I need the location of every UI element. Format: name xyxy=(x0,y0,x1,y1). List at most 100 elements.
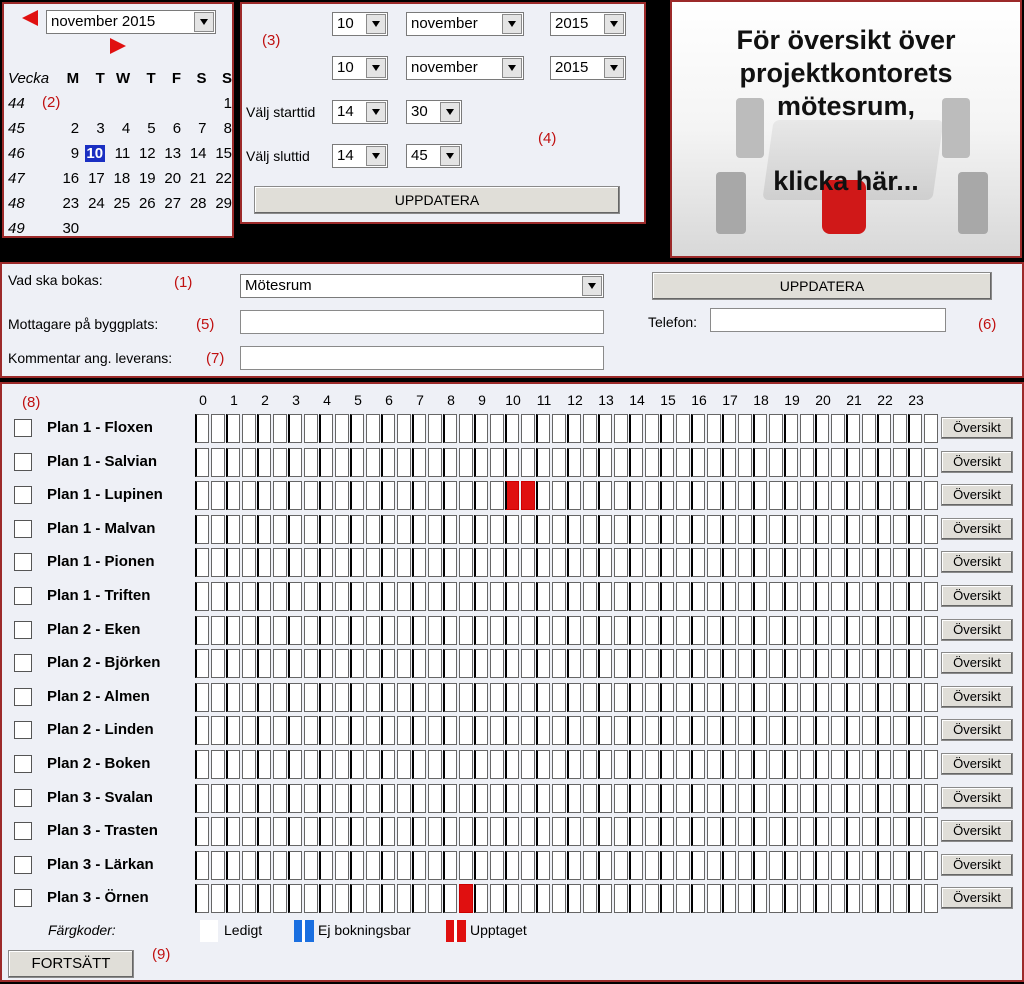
time-slot-free[interactable] xyxy=(428,884,442,914)
update-form-button[interactable]: UPPDATERA xyxy=(652,272,992,300)
time-slot-free[interactable] xyxy=(304,481,318,511)
time-slot-free[interactable] xyxy=(645,850,659,880)
time-slot-free[interactable] xyxy=(366,414,380,443)
calendar-day[interactable]: 20 xyxy=(156,166,181,191)
time-slot-free[interactable] xyxy=(552,716,566,746)
time-slot-free[interactable] xyxy=(552,414,566,443)
time-slot-free[interactable] xyxy=(831,481,845,511)
time-slot-free[interactable] xyxy=(908,850,922,880)
time-slot-free[interactable] xyxy=(335,649,349,679)
time-slot-free[interactable] xyxy=(211,817,225,847)
time-slot-free[interactable] xyxy=(660,414,674,443)
time-slot-free[interactable] xyxy=(660,615,674,645)
time-slot-free[interactable] xyxy=(412,716,426,746)
time-slot-free[interactable] xyxy=(815,649,829,679)
time-slot-free[interactable] xyxy=(862,582,876,611)
time-slot-busy[interactable] xyxy=(521,481,535,511)
time-slot-free[interactable] xyxy=(722,716,736,746)
time-slot-free[interactable] xyxy=(629,783,643,813)
time-slot-free[interactable] xyxy=(521,548,535,578)
time-slot-free[interactable] xyxy=(924,682,938,712)
time-slot-free[interactable] xyxy=(552,750,566,779)
time-slot-free[interactable] xyxy=(397,750,411,779)
time-slot-free[interactable] xyxy=(474,481,488,511)
time-slot-free[interactable] xyxy=(583,649,597,679)
time-slot-free[interactable] xyxy=(397,615,411,645)
time-slot-free[interactable] xyxy=(536,716,550,746)
time-slot-free[interactable] xyxy=(412,750,426,779)
time-slot-free[interactable] xyxy=(381,783,395,813)
time-slot-free[interactable] xyxy=(753,750,767,779)
time-slot-free[interactable] xyxy=(273,481,287,511)
time-slot-free[interactable] xyxy=(738,750,752,779)
overview-button[interactable]: Översikt xyxy=(941,719,1013,742)
time-slot-free[interactable] xyxy=(877,750,891,779)
time-slot-free[interactable] xyxy=(877,481,891,511)
time-slot-free[interactable] xyxy=(319,481,333,511)
time-slot-free[interactable] xyxy=(195,716,209,746)
time-slot-free[interactable] xyxy=(257,447,271,477)
time-slot-free[interactable] xyxy=(583,817,597,847)
time-slot-free[interactable] xyxy=(800,582,814,611)
time-slot-free[interactable] xyxy=(893,447,907,477)
time-slot-free[interactable] xyxy=(831,447,845,477)
time-slot-free[interactable] xyxy=(691,884,705,914)
time-slot-free[interactable] xyxy=(815,850,829,880)
time-slot-free[interactable] xyxy=(226,649,240,679)
calendar-day[interactable]: 1 xyxy=(207,91,232,116)
time-slot-free[interactable] xyxy=(831,783,845,813)
time-slot-free[interactable] xyxy=(397,817,411,847)
time-slot-free[interactable] xyxy=(242,850,256,880)
time-slot-free[interactable] xyxy=(459,414,473,443)
time-slot-free[interactable] xyxy=(598,548,612,578)
time-slot-free[interactable] xyxy=(583,750,597,779)
time-slot-free[interactable] xyxy=(707,447,721,477)
calendar-day[interactable]: 11 xyxy=(105,141,131,166)
time-slot-free[interactable] xyxy=(629,716,643,746)
time-slot-free[interactable] xyxy=(784,548,798,578)
room-checkbox[interactable] xyxy=(14,486,32,505)
time-slot-free[interactable] xyxy=(459,783,473,813)
time-slot-free[interactable] xyxy=(350,514,364,544)
time-slot-free[interactable] xyxy=(707,817,721,847)
calendar-day[interactable]: 23 xyxy=(54,191,79,216)
room-checkbox[interactable] xyxy=(14,889,32,908)
time-slot-free[interactable] xyxy=(707,514,721,544)
time-slot-free[interactable] xyxy=(629,447,643,477)
time-slot-free[interactable] xyxy=(412,481,426,511)
time-slot-free[interactable] xyxy=(645,582,659,611)
time-slot-free[interactable] xyxy=(490,548,504,578)
time-slot-free[interactable] xyxy=(211,548,225,578)
overview-button[interactable]: Översikt xyxy=(941,517,1013,540)
time-slot-free[interactable] xyxy=(614,783,628,813)
time-slot-free[interactable] xyxy=(257,615,271,645)
time-slot-free[interactable] xyxy=(862,850,876,880)
time-slot-free[interactable] xyxy=(800,884,814,914)
time-slot-free[interactable] xyxy=(366,615,380,645)
time-slot-free[interactable] xyxy=(831,582,845,611)
time-slot-free[interactable] xyxy=(738,716,752,746)
time-slot-free[interactable] xyxy=(273,850,287,880)
time-slot-free[interactable] xyxy=(397,716,411,746)
time-slot-free[interactable] xyxy=(490,817,504,847)
time-slot-free[interactable] xyxy=(831,548,845,578)
time-slot-free[interactable] xyxy=(226,817,240,847)
time-slot-free[interactable] xyxy=(707,850,721,880)
time-slot-free[interactable] xyxy=(211,514,225,544)
time-slot-free[interactable] xyxy=(536,481,550,511)
time-slot-free[interactable] xyxy=(784,447,798,477)
time-slot-free[interactable] xyxy=(645,414,659,443)
time-slot-free[interactable] xyxy=(226,481,240,511)
time-slot-free[interactable] xyxy=(629,817,643,847)
time-slot-free[interactable] xyxy=(304,716,318,746)
time-slot-free[interactable] xyxy=(366,481,380,511)
overview-button[interactable]: Översikt xyxy=(941,450,1013,473)
room-checkbox[interactable] xyxy=(14,721,32,740)
time-slot-free[interactable] xyxy=(459,850,473,880)
recipient-input[interactable] xyxy=(240,310,604,334)
time-slot-free[interactable] xyxy=(908,682,922,712)
time-slot-free[interactable] xyxy=(862,750,876,779)
time-slot-free[interactable] xyxy=(195,582,209,611)
time-slot-free[interactable] xyxy=(505,884,519,914)
time-slot-free[interactable] xyxy=(226,682,240,712)
